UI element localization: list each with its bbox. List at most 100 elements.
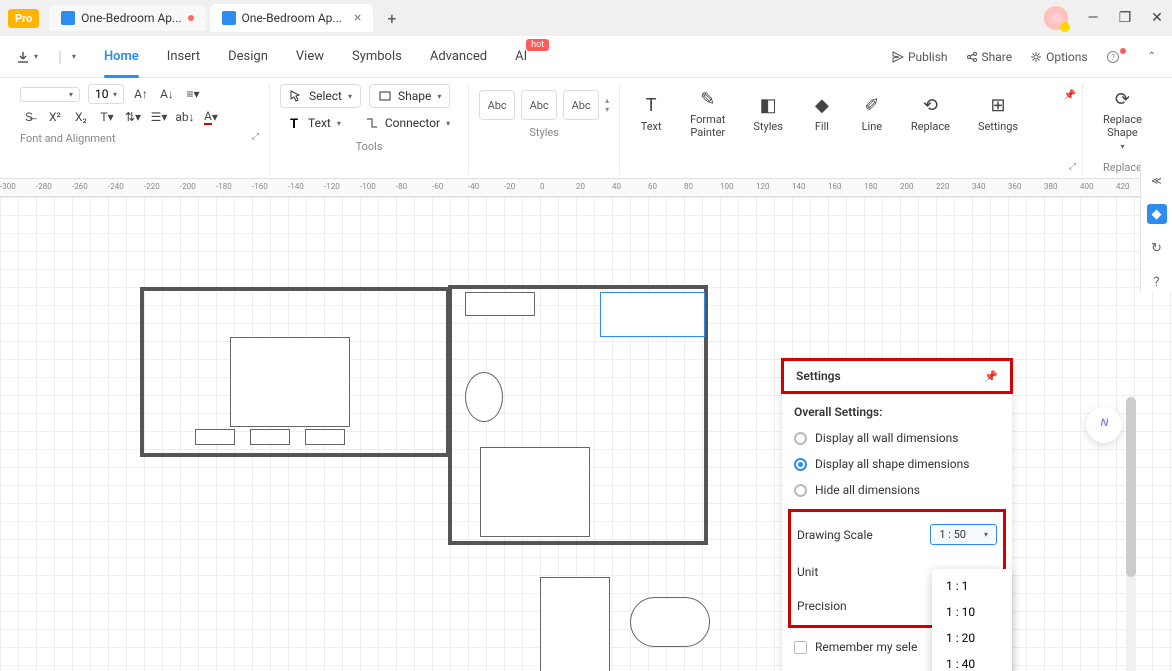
ai-assistant-button[interactable]: ᴺ: [1086, 407, 1122, 443]
drawing-scale-select[interactable]: 1 : 50▾: [930, 524, 997, 545]
style-preset[interactable]: Abc: [563, 90, 599, 120]
close-button[interactable]: ✕: [1150, 10, 1164, 26]
menu-advanced[interactable]: Advanced: [416, 41, 501, 72]
ribbon: ▾ 10▾ A↑ A↓ ≡▾ S̶ X² X₂ T▾ ⇅▾ ☰▾ ab↓ A▾ …: [0, 78, 1172, 179]
furniture-tub[interactable]: [630, 597, 710, 647]
rail-theme-icon[interactable]: ◆: [1147, 204, 1167, 224]
paintbrush-icon: ✎: [697, 88, 719, 110]
replace-tool[interactable]: ⟲Replace: [901, 91, 960, 137]
superscript-icon[interactable]: X²: [46, 108, 64, 126]
cursor-icon: [289, 89, 303, 103]
collapse-ribbon-button[interactable]: ⌃: [1148, 51, 1156, 62]
ruler-tick: -20: [504, 182, 515, 191]
minimize-button[interactable]: —: [1086, 10, 1100, 26]
decrease-font-icon[interactable]: A↓: [158, 85, 176, 103]
share-button[interactable]: Share: [966, 50, 1013, 64]
menu-symbols[interactable]: Symbols: [338, 41, 416, 72]
format-painter-tool[interactable]: ✎Format Painter: [680, 84, 735, 143]
connector-button[interactable]: Connector▾: [357, 112, 458, 134]
text-format-icon[interactable]: T▾: [98, 108, 116, 126]
shape-button[interactable]: Shape▾: [369, 84, 450, 108]
ruler-tick: 380: [1044, 182, 1058, 191]
menu-design[interactable]: Design: [214, 41, 282, 72]
ruler-tick: -180: [216, 182, 232, 191]
style-preset[interactable]: Abc: [479, 90, 515, 120]
help-button[interactable]: ?: [1106, 50, 1130, 64]
text-icon: T: [640, 95, 662, 117]
furniture-pillow[interactable]: [305, 429, 345, 445]
font-size-select[interactable]: 10▾: [88, 84, 124, 104]
document-tab[interactable]: One-Bedroom Ap...: [49, 5, 205, 31]
rail-help-icon[interactable]: ?: [1147, 272, 1167, 292]
furniture-nightstand[interactable]: [195, 429, 235, 445]
publish-button[interactable]: Publish: [892, 50, 948, 64]
scale-option[interactable]: 1 : 20: [932, 625, 1012, 651]
furniture-stove[interactable]: [540, 577, 610, 671]
radio-hide-dimensions[interactable]: Hide all dimensions: [794, 477, 1000, 503]
select-button[interactable]: Select▾: [280, 84, 361, 108]
maximize-button[interactable]: ❐: [1118, 10, 1132, 26]
settings-panel-header: Settings 📌: [781, 358, 1013, 394]
clear-format-icon[interactable]: ab↓: [176, 108, 194, 126]
hot-badge: hot: [526, 39, 549, 51]
new-tab-button[interactable]: +: [387, 9, 396, 28]
ruler-tick: -200: [180, 182, 196, 191]
list-icon[interactable]: ☰▾: [150, 108, 168, 126]
menu-ai[interactable]: AI hot: [501, 41, 541, 72]
quickaccess-dropdown[interactable]: ▾: [72, 52, 76, 61]
radio-display-wall-dimensions[interactable]: Display all wall dimensions: [794, 425, 1000, 451]
menu-home[interactable]: Home: [90, 41, 153, 72]
furniture-shower[interactable]: [480, 447, 590, 537]
scrollbar-thumb[interactable]: [1126, 397, 1136, 577]
scale-option[interactable]: 1 : 10: [932, 599, 1012, 625]
styles-tool[interactable]: ◧Styles: [743, 91, 793, 137]
pin-icon[interactable]: 📌: [1064, 90, 1076, 101]
settings-tool[interactable]: ⊞Settings: [968, 91, 1028, 137]
canvas[interactable]: Settings 📌 Overall Settings: Display all…: [0, 197, 1172, 671]
scale-option[interactable]: 1 : 1: [932, 573, 1012, 599]
furniture-toilet[interactable]: [465, 372, 503, 422]
menu-insert[interactable]: Insert: [153, 41, 214, 72]
line-tool[interactable]: ✐Line: [851, 91, 893, 137]
scale-dropdown-menu: 1 : 11 : 101 : 201 : 401 : 501 : 601 : 8…: [932, 569, 1012, 671]
text-tool[interactable]: TText: [630, 91, 672, 137]
font-color-icon[interactable]: A▾: [202, 108, 220, 126]
line-spacing-icon[interactable]: ⇅▾: [124, 108, 142, 126]
collapse-rail-icon[interactable]: ≪: [1148, 172, 1166, 190]
pin-icon[interactable]: 📌: [984, 370, 998, 383]
options-button[interactable]: Options: [1030, 50, 1088, 64]
subscript-icon[interactable]: X₂: [72, 108, 90, 126]
export-icon: [16, 50, 30, 64]
furniture-pillow[interactable]: [250, 429, 290, 445]
align-icon[interactable]: ≡▾: [184, 85, 202, 103]
replace-shape-tool[interactable]: ⟳ Replace Shape ▾: [1093, 84, 1152, 155]
file-menu-button[interactable]: ▾: [16, 50, 38, 64]
ruler-tick: -220: [144, 182, 160, 191]
pen-icon: ✐: [861, 95, 883, 117]
dialog-launcher-icon[interactable]: ⤢: [252, 132, 259, 145]
ruler-tick: -140: [288, 182, 304, 191]
close-tab-icon[interactable]: ×: [354, 10, 361, 26]
ruler-tick: 120: [756, 182, 770, 191]
document-tab[interactable]: One-Bedroom Ap... ×: [210, 4, 374, 32]
increase-font-icon[interactable]: A↑: [132, 85, 150, 103]
text-button[interactable]: T Text▾: [280, 112, 349, 134]
help-icon: ?: [1106, 50, 1120, 64]
dialog-launcher-icon[interactable]: ⤢: [1069, 162, 1076, 172]
user-avatar[interactable]: [1044, 6, 1068, 30]
furniture-sink[interactable]: [465, 292, 535, 316]
font-family-select[interactable]: ▾: [20, 87, 80, 102]
scale-option[interactable]: 1 : 40: [932, 651, 1012, 671]
furniture-bed[interactable]: [230, 337, 350, 427]
menu-view[interactable]: View: [282, 41, 338, 72]
settings-icon: ⊞: [987, 95, 1009, 117]
style-scroller[interactable]: ▴▾: [605, 96, 609, 114]
notification-dot: [1120, 48, 1126, 54]
rail-history-icon[interactable]: ↻: [1147, 238, 1167, 258]
strikethrough-icon[interactable]: S̶: [20, 108, 38, 126]
vertical-scrollbar[interactable]: [1126, 397, 1136, 671]
style-preset[interactable]: Abc: [521, 90, 557, 120]
radio-display-shape-dimensions[interactable]: Display all shape dimensions: [794, 451, 1000, 477]
furniture-selected-counter[interactable]: [600, 292, 705, 337]
fill-tool[interactable]: ◆Fill: [801, 91, 843, 137]
